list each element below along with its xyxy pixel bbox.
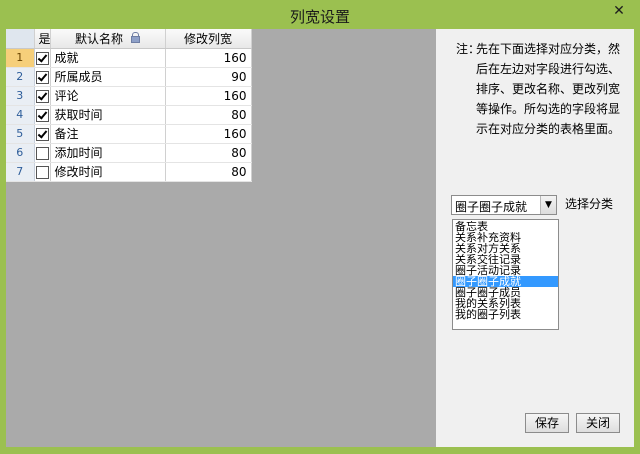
category-list-item[interactable]: 关系补充资料 bbox=[453, 232, 558, 243]
row-default-name[interactable]: 获取时间 bbox=[50, 105, 166, 125]
row-column-width[interactable]: 80 bbox=[165, 162, 252, 182]
table-row[interactable]: 4 获取时间 80 bbox=[6, 105, 252, 125]
field-grid: 是 默认名称 修改列宽 1 成就 160 2 所属成员 90 3 评论 160 4 获取时间 80 5 备… bbox=[6, 29, 252, 182]
title-bar[interactable]: 列宽设置 ✕ bbox=[0, 0, 640, 29]
row-default-name[interactable]: 添加时间 bbox=[50, 143, 166, 163]
row-default-name[interactable]: 修改时间 bbox=[50, 162, 166, 182]
row-checkbox[interactable] bbox=[35, 70, 49, 84]
note-text: 先在下面选择对应分类，然后在左边对字段进行勾选、排序、更改名称、更改列宽等操作。… bbox=[476, 42, 621, 136]
category-list-item[interactable]: 圈子圈子成员 bbox=[453, 287, 558, 298]
row-checkbox-cell[interactable] bbox=[34, 124, 51, 144]
row-default-name[interactable]: 评论 bbox=[50, 86, 166, 106]
column-header-name[interactable]: 默认名称 bbox=[50, 29, 166, 49]
row-checkbox-cell[interactable] bbox=[34, 143, 51, 163]
row-column-width[interactable]: 160 bbox=[165, 86, 252, 106]
close-button[interactable]: 关闭 bbox=[576, 413, 620, 433]
category-list-item[interactable]: 备忘表 bbox=[453, 221, 558, 232]
table-row[interactable]: 7 修改时间 80 bbox=[6, 162, 252, 182]
grid-area: 是 默认名称 修改列宽 1 成就 160 2 所属成员 90 3 评论 160 4 获取时间 80 5 备… bbox=[6, 29, 436, 447]
table-row[interactable]: 5 备注 160 bbox=[6, 124, 252, 144]
row-header-corner bbox=[6, 29, 35, 49]
row-column-width[interactable]: 160 bbox=[165, 48, 252, 68]
row-checkbox-cell[interactable] bbox=[34, 67, 51, 87]
close-icon[interactable]: ✕ bbox=[609, 3, 629, 19]
category-list-item[interactable]: 关系交往记录 bbox=[453, 254, 558, 265]
row-column-width[interactable]: 80 bbox=[165, 143, 252, 163]
category-dropdown-value: 圈子圈子成就 bbox=[455, 200, 528, 214]
row-index[interactable]: 3 bbox=[6, 86, 35, 106]
row-checkbox-cell[interactable] bbox=[34, 86, 51, 106]
table-row[interactable]: 1 成就 160 bbox=[6, 48, 252, 68]
table-row[interactable]: 6 添加时间 80 bbox=[6, 143, 252, 163]
category-list-item[interactable]: 圈子活动记录 bbox=[453, 265, 558, 276]
column-header-width[interactable]: 修改列宽 bbox=[165, 29, 252, 49]
row-checkbox[interactable] bbox=[35, 51, 49, 65]
lock-icon bbox=[131, 31, 140, 43]
row-checkbox[interactable] bbox=[35, 108, 49, 122]
column-width-settings-window: 列宽设置 ✕ 是 默认名称 修改列宽 1 成就 160 2 所属成员 90 3 评论 160 4 获… bbox=[0, 0, 640, 454]
row-index[interactable]: 6 bbox=[6, 143, 35, 163]
row-index[interactable]: 2 bbox=[6, 67, 35, 87]
row-default-name[interactable]: 所属成员 bbox=[50, 67, 166, 87]
row-checkbox-cell[interactable] bbox=[34, 105, 51, 125]
row-checkbox[interactable] bbox=[35, 89, 49, 103]
category-dropdown[interactable]: 圈子圈子成就 ▼ bbox=[451, 195, 557, 215]
row-index[interactable]: 4 bbox=[6, 105, 35, 125]
window-title: 列宽设置 bbox=[289, 8, 350, 26]
row-column-width[interactable]: 90 bbox=[165, 67, 252, 87]
row-checkbox[interactable] bbox=[35, 146, 49, 160]
row-checkbox-cell[interactable] bbox=[34, 162, 51, 182]
category-list-item[interactable]: 圈子圈子成就 bbox=[453, 276, 558, 287]
row-index[interactable]: 1 bbox=[6, 48, 35, 68]
row-checkbox-cell[interactable] bbox=[34, 48, 51, 68]
row-default-name[interactable]: 备注 bbox=[50, 124, 166, 144]
row-index[interactable]: 7 bbox=[6, 162, 35, 182]
row-checkbox[interactable] bbox=[35, 127, 49, 141]
column-header-checked[interactable]: 是 bbox=[34, 29, 51, 49]
table-row[interactable]: 2 所属成员 90 bbox=[6, 67, 252, 87]
chevron-down-icon[interactable]: ▼ bbox=[540, 196, 556, 214]
category-list-item[interactable]: 我的关系列表 bbox=[453, 298, 558, 309]
save-button[interactable]: 保存 bbox=[525, 413, 569, 433]
row-column-width[interactable]: 80 bbox=[165, 105, 252, 125]
category-listbox[interactable]: 备忘表 关系补充资料 关系对方关系 关系交往记录 圈子活动记录 圈子圈子成就 圈子圈子成员我… bbox=[452, 219, 559, 330]
column-header-name-label: 默认名称 bbox=[74, 31, 123, 46]
category-label: 选择分类 bbox=[565, 197, 614, 211]
table-row[interactable]: 3 评论 160 bbox=[6, 86, 252, 106]
row-default-name[interactable]: 成就 bbox=[50, 48, 166, 68]
client-area: 是 默认名称 修改列宽 1 成就 160 2 所属成员 90 3 评论 160 4 获取时间 80 5 备… bbox=[6, 29, 634, 447]
grid-body: 1 成就 160 2 所属成员 90 3 评论 160 4 获取时间 80 5 备注 160 6 添加时间 80 7… bbox=[6, 48, 252, 182]
category-list-item[interactable]: 关系对方关系 bbox=[453, 243, 558, 254]
row-index[interactable]: 5 bbox=[6, 124, 35, 144]
row-column-width[interactable]: 160 bbox=[165, 124, 252, 144]
row-checkbox[interactable] bbox=[35, 165, 49, 179]
category-list-item[interactable]: 我的圈子列表 bbox=[453, 309, 558, 320]
grid-header-row: 是 默认名称 修改列宽 bbox=[6, 29, 252, 49]
